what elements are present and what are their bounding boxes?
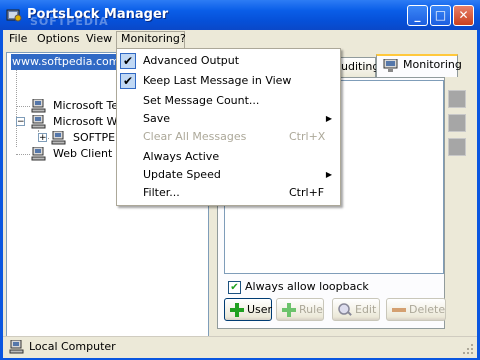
expander-plus-icon[interactable]: + (38, 133, 47, 143)
button-label: Rule (299, 303, 323, 316)
softpedia-watermark: SOFTPEDIA (30, 15, 109, 28)
add-rule-button[interactable]: Rule (276, 298, 324, 321)
tab-label: Monitoring (403, 58, 462, 71)
app-lock-icon (6, 9, 22, 22)
tree-item-label: www.softpedia.com (11, 54, 121, 70)
minimize-icon: _ (414, 8, 421, 22)
side-button-3[interactable] (448, 138, 466, 156)
status-text: Local Computer (29, 340, 116, 353)
monitoring-menu-dropdown: ✔ Advanced Output ✔ Keep Last Message in… (116, 48, 341, 206)
menu-item-filter[interactable]: Filter... Ctrl+F (117, 184, 340, 202)
monitor-icon (383, 59, 398, 72)
menu-item-label: Filter... (143, 186, 180, 199)
maximize-button[interactable]: □ (430, 5, 451, 26)
menu-item-always-active[interactable]: Always Active (117, 148, 340, 166)
check-icon: ✔ (120, 73, 136, 89)
menu-item-shortcut: Ctrl+X (289, 130, 326, 143)
computer-icon (51, 131, 66, 145)
menu-item-label: Clear All Messages (143, 130, 247, 143)
menu-item-set-message-count[interactable]: Set Message Count... (117, 92, 340, 110)
status-bar: Local Computer (3, 336, 477, 358)
menu-options[interactable]: Options (33, 32, 83, 48)
maximize-icon: □ (434, 8, 447, 22)
plus-icon (282, 303, 296, 317)
check-icon: ✔ (120, 53, 136, 69)
menu-monitoring[interactable]: Monitoring (116, 31, 185, 48)
add-user-button[interactable]: User (224, 298, 272, 321)
magnifier-icon (338, 303, 352, 316)
delete-button[interactable]: Delete (386, 298, 446, 321)
edit-button[interactable]: Edit (332, 298, 380, 321)
menu-item-update-speed[interactable]: Update Speed ▶ (117, 166, 340, 184)
expander-minus-icon[interactable]: − (16, 117, 25, 127)
menu-item-clear-all-messages[interactable]: Clear All Messages Ctrl+X (117, 128, 340, 146)
menu-view[interactable]: View (82, 32, 116, 48)
network-computer-icon (31, 147, 46, 161)
network-computer-icon (31, 115, 46, 129)
menu-file[interactable]: File (5, 32, 31, 48)
button-label: User (247, 303, 273, 316)
minimize-button[interactable]: _ (407, 5, 428, 26)
menu-item-keep-last-message[interactable]: ✔ Keep Last Message in View (117, 72, 340, 90)
menu-item-label: Always Active (143, 150, 220, 163)
close-icon: ✕ (458, 8, 469, 22)
minus-icon (392, 308, 406, 312)
menu-item-advanced-output[interactable]: ✔ Advanced Output (117, 52, 340, 70)
menu-item-label: Update Speed (143, 168, 221, 181)
computer-icon (9, 340, 24, 354)
resize-grip-icon[interactable] (462, 343, 474, 355)
menu-item-label: Set Message Count... (143, 94, 260, 107)
menu-item-label: Advanced Output (143, 54, 240, 67)
close-button[interactable]: ✕ (453, 5, 474, 26)
menu-item-save[interactable]: Save ▶ (117, 110, 340, 128)
submenu-arrow-icon: ▶ (325, 170, 332, 179)
menu-bar: File Options View Monitoring ? (3, 30, 477, 48)
loopback-checkbox[interactable]: ✔ (228, 281, 241, 294)
button-label: Delete (409, 303, 446, 316)
loopback-label: Always allow loopback (245, 280, 369, 293)
submenu-arrow-icon: ▶ (325, 114, 332, 123)
menu-item-label: Save (143, 112, 171, 125)
plus-icon (230, 303, 244, 317)
button-label: Edit (355, 303, 377, 316)
tab-monitoring[interactable]: Monitoring (376, 54, 462, 77)
side-button-2[interactable] (448, 114, 466, 132)
title-bar[interactable]: PortsLock Manager SOFTPEDIA _ □ ✕ (0, 0, 480, 30)
network-computer-icon (31, 99, 46, 113)
side-button-1[interactable] (448, 90, 466, 108)
menu-help[interactable]: ? (176, 32, 190, 48)
menu-item-label: Keep Last Message in View (143, 74, 292, 87)
app-window: PortsLock Manager SOFTPEDIA _ □ ✕ File O… (0, 0, 480, 360)
menu-item-shortcut: Ctrl+F (289, 186, 325, 199)
